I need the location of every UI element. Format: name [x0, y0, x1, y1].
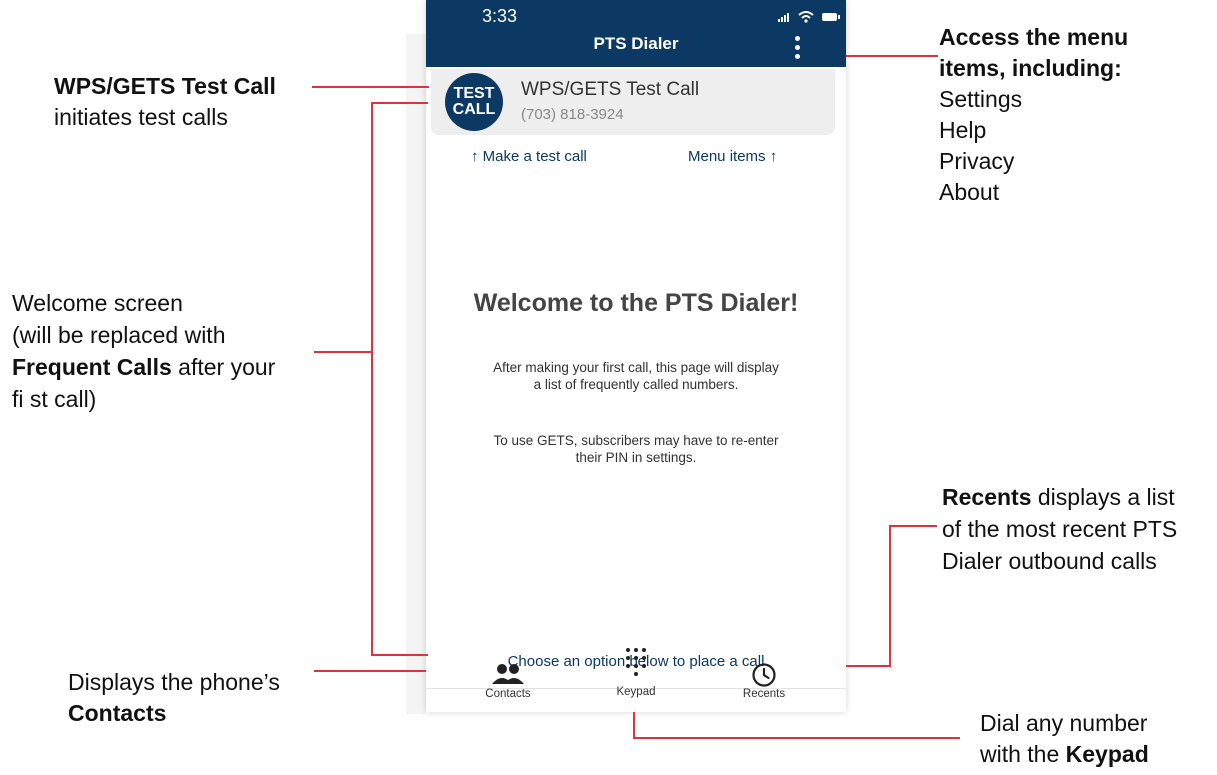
- tab-contacts[interactable]: Contacts: [458, 662, 558, 710]
- app-title: PTS Dialer: [593, 34, 679, 53]
- recents-pointer-bottom: [846, 665, 891, 667]
- tab-recents-label: Recents: [742, 688, 786, 700]
- recents-pointer-vertical: [889, 525, 891, 667]
- welcome-line-2: a list of frequently called numbers.: [533, 377, 739, 392]
- contacts-pointer: [314, 670, 426, 672]
- recents-pointer-top: [889, 525, 937, 527]
- annotation-recents: Recents displays a list of the most rece…: [942, 484, 1178, 574]
- menu-items-hint: Menu items ↑: [688, 148, 778, 165]
- annotation-keypad: Dial any number with the Keypad: [980, 710, 1149, 767]
- test-call-avatar: TEST CALL: [445, 73, 503, 131]
- status-icons: [778, 8, 840, 24]
- make-test-call-hint: ↑ Make a test call: [471, 148, 587, 165]
- welcome-bracket-vertical: [371, 102, 373, 656]
- welcome-bracket-top: [371, 102, 428, 104]
- welcome-bracket-bottom: [371, 654, 428, 656]
- welcome-line-1: After making your first call, this page …: [493, 360, 779, 375]
- tab-keypad-label: Keypad: [616, 686, 656, 698]
- annotation-welcome: Welcome screen (will be replaced with Fr…: [12, 290, 276, 412]
- contacts-icon: [492, 664, 524, 684]
- test-call-card[interactable]: TEST CALL WPS/GETS Test Call (703) 818-3…: [431, 69, 835, 135]
- signal-icon: [778, 13, 789, 23]
- welcome-line-3: To use GETS, subscribers may have to re-…: [493, 433, 779, 448]
- welcome-pointer: [314, 351, 372, 353]
- welcome-line-4: their PIN in settings.: [575, 450, 697, 465]
- keypad-pointer-horizontal: [633, 737, 960, 739]
- annotation-menu: Access the menu items, including: Settin…: [939, 24, 1129, 205]
- test-call-name: WPS/GETS Test Call: [521, 79, 700, 100]
- test-call-number: (703) 818-3924: [521, 106, 624, 123]
- annotation-contacts: Displays the phone’s Contacts: [68, 669, 280, 726]
- phone-shadow: [406, 34, 426, 714]
- keypad-icon: [626, 648, 646, 676]
- wifi-icon: [798, 11, 814, 23]
- battery-icon: [821, 13, 840, 22]
- keypad-pointer-vertical: [633, 712, 635, 739]
- tab-contacts-label: Contacts: [485, 688, 531, 700]
- tab-keypad[interactable]: Keypad: [586, 642, 686, 698]
- test-call-pointer: [312, 86, 429, 88]
- tab-recents[interactable]: Recents: [714, 662, 814, 710]
- more-menu-icon[interactable]: [792, 36, 804, 62]
- status-time: 3:33: [482, 6, 518, 26]
- annotation-test-call: WPS/GETS Test Call initiates test calls: [54, 73, 276, 130]
- welcome-title: Welcome to the PTS Dialer!: [473, 289, 799, 317]
- clock-icon: [752, 663, 776, 687]
- phone-screen: 3:33 PTS Dialer TEST CALL WPS/GETS Test: [426, 0, 846, 712]
- menu-pointer: [846, 55, 938, 57]
- app-header: 3:33 PTS Dialer: [426, 0, 846, 67]
